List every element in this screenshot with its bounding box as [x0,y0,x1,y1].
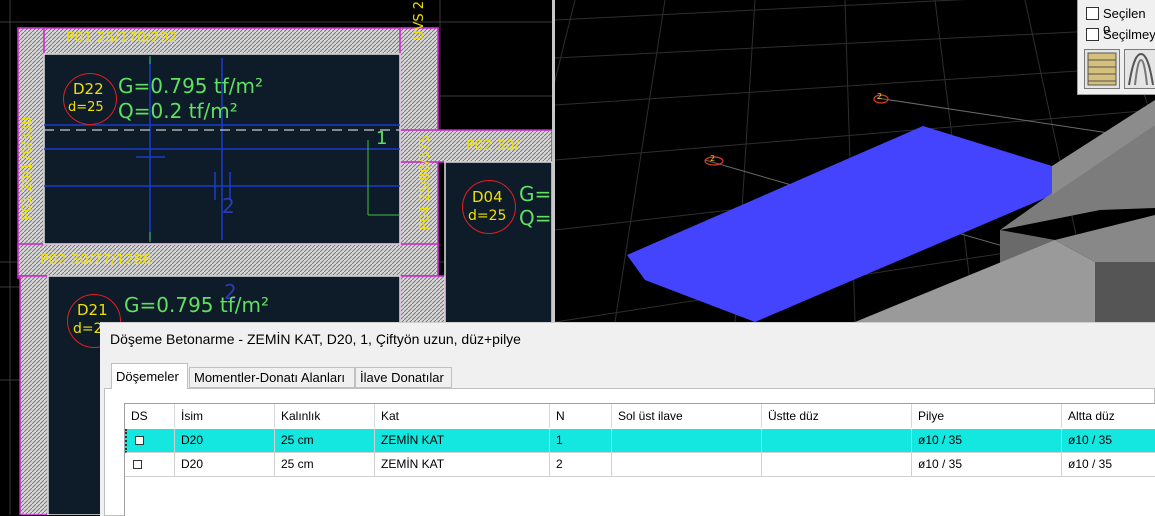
column-header[interactable]: Altta düz [1062,404,1155,428]
unselected-checkbox-label: Seçilmeye [1103,27,1155,42]
extra-top-left-cell[interactable] [612,453,762,477]
3d-marker-label: 2 [710,154,716,163]
bottom-straight-cell[interactable]: ø10 / 35 [1062,429,1155,453]
name-cell: D20 [175,453,275,477]
slab-thickness: d=25 [68,100,104,115]
ds-checkbox[interactable] [133,460,142,470]
slab-table: DS İsim Kalınlık Kat N Sol üst ilave Üst… [124,403,1155,516]
tab-extra-rebars[interactable]: İlave Donatılar [355,367,452,388]
bent-bar-cell[interactable]: ø10 / 35 [912,429,1062,453]
column-header[interactable]: Kalınlık [275,404,375,428]
slab-reinforcement-dialog: Döşeme Betonarme - ZEMİN KAT, D20, 1, Çi… [100,322,1155,516]
ds-cell[interactable] [125,453,175,477]
straight-rebar-button[interactable] [1084,49,1120,89]
column-header[interactable]: İsim [175,404,275,428]
thickness-cell: 25 cm [275,453,375,477]
slab-dead-load: G=0.795 tf/m² [124,293,269,317]
slab-thickness: d=2 [73,321,103,337]
thickness-cell: 25 cm [275,429,375,453]
ds-checkbox[interactable] [135,436,144,446]
top-straight-cell[interactable] [762,429,912,453]
beam-label-right: P02 30/ [466,138,520,154]
slab-live-load: Q=0.2 tf/m² [118,99,238,123]
beam-label-top: P01 25/170/292 [66,30,178,46]
selection-panel: Seçilen o Seçilmeye [1077,0,1155,95]
slab-id: D21 [77,301,108,319]
strip-number: 1 [376,128,388,149]
table-row[interactable]: D20 25 cm ZEMİN KAT 2 ø10 / 35 ø10 / 35 [125,453,1155,477]
beam-label-right-vertical: UVS 25/170/370 [412,0,427,40]
floor-cell: ZEMİN KAT [375,429,550,453]
column-header[interactable]: Sol üst ilave [612,404,762,428]
3d-view[interactable]: 2 2 [555,0,1155,322]
tab-slabs[interactable]: Döşemeler [111,363,188,389]
column-header[interactable]: Pilye [912,404,1062,428]
dialog-title: Döşeme Betonarme - ZEMİN KAT, D20, 1, Çi… [110,331,521,347]
straight-rebar-icon [1087,52,1117,86]
beam-label-mid-vertical: P04 25/80/375 [418,134,433,230]
beam-label-left-vertical: P01 20/170/338 [20,116,35,220]
beam-label-mid: P02 30/77/1286 [40,252,152,268]
column-header[interactable]: Üstte düz [762,404,912,428]
top-straight-cell[interactable] [762,453,912,477]
name-cell: D20 [175,429,275,453]
3d-marker-label: 2 [877,92,883,101]
tab-moments[interactable]: Momentler-Donatı Alanları [189,367,355,388]
slab-thickness: d=25 [468,208,507,224]
slab-live-load: Q= [519,206,552,230]
ds-cell[interactable] [125,429,175,453]
unselected-checkbox[interactable] [1086,28,1099,41]
bent-bar-cell[interactable]: ø10 / 35 [912,453,1062,477]
selected-checkbox[interactable] [1086,7,1099,20]
slab-dead-load: G=0.795 tf/m² [118,74,263,98]
bent-rebar-button[interactable] [1124,49,1155,89]
n-cell: 1 [550,429,612,453]
slab-id: D04 [472,188,503,206]
floor-cell: ZEMİN KAT [375,453,550,477]
column-header[interactable]: Kat [375,404,550,428]
slab-dead-load: G= [519,182,552,206]
slab-id: D22 [73,80,104,98]
extra-top-left-cell[interactable] [612,429,762,453]
column-header[interactable]: N [550,404,612,428]
table-row[interactable]: D20 25 cm ZEMİN KAT 1 ø10 / 35 ø10 / 35 [125,429,1155,453]
bottom-straight-cell[interactable]: ø10 / 35 [1062,453,1155,477]
bent-rebar-icon [1128,52,1154,86]
strip-number: 2 [222,194,235,218]
column-header[interactable]: DS [125,404,175,428]
3d-scene [555,0,1155,322]
n-cell: 2 [550,453,612,477]
